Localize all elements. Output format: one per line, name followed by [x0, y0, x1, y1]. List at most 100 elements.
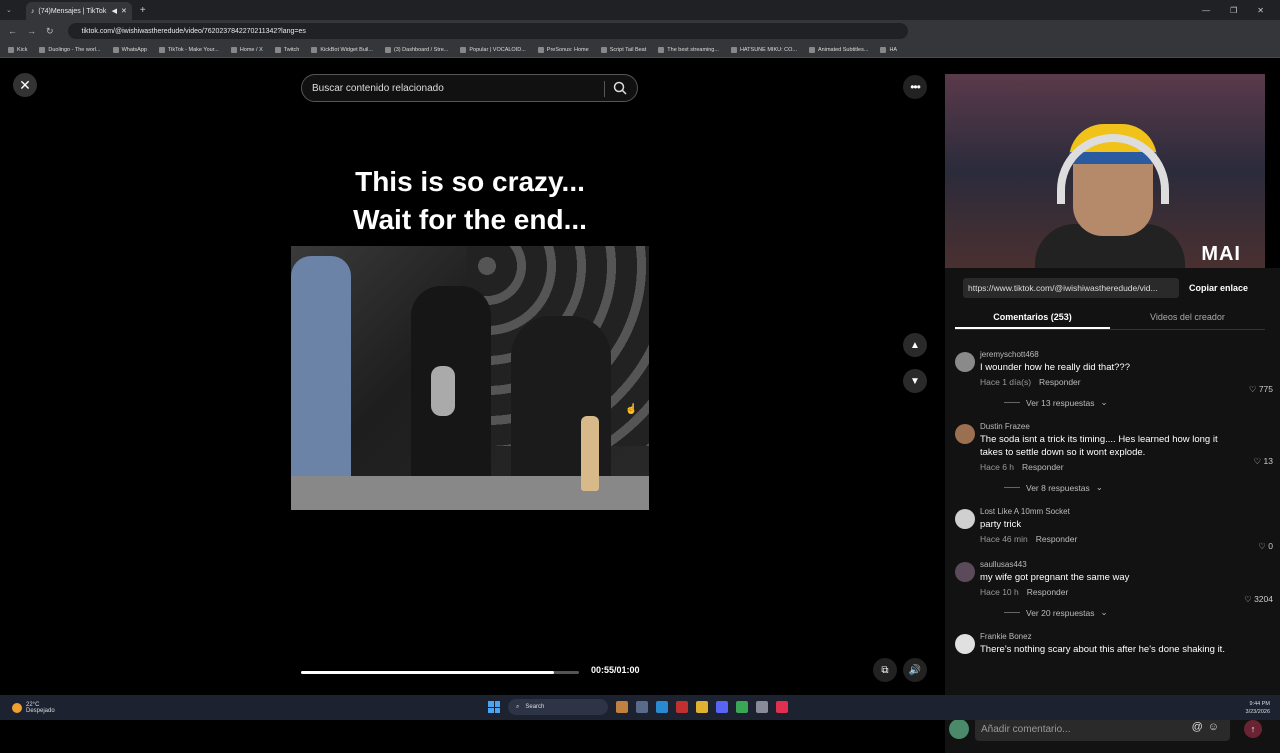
video-player[interactable]: Buscar contenido relacionado This is so … — [291, 63, 649, 695]
taskbar-search[interactable]: ⌕ Search — [508, 699, 608, 715]
browser-tab-tiktok[interactable]: ♪ (74)Mensajes | TikTok ◀ ✕ — [25, 2, 132, 20]
comment-meta: Hace 10 h Responder — [980, 587, 1273, 597]
volume-button[interactable]: 🔊 — [903, 658, 927, 682]
bookmark-favicon-icon — [658, 46, 665, 53]
minimize-icon[interactable]: — — [1202, 6, 1210, 15]
share-link-row: https://www.tiktok.com/@iwishiwastheredu… — [963, 278, 1263, 298]
reply-button[interactable]: Responder — [1022, 462, 1064, 472]
maximize-icon[interactable]: ❐ — [1230, 6, 1237, 15]
discord-icon[interactable] — [716, 701, 728, 713]
reply-button[interactable]: Responder — [1027, 587, 1069, 597]
forward-icon[interactable]: → — [27, 26, 36, 37]
commenter-name[interactable]: Dustin Frazee — [980, 422, 1273, 431]
reply-button[interactable]: Responder — [1039, 377, 1081, 387]
bookmark-item[interactable]: Home / X — [230, 46, 263, 53]
bookmark-label: Script Tail Beat — [609, 46, 647, 53]
new-tab-button[interactable]: + — [140, 5, 146, 16]
bookmark-item[interactable]: PreSonus: Home — [537, 46, 589, 53]
like-count: 13 — [1263, 456, 1273, 466]
panel-tabs: Comentarios (253) Videos del creador — [955, 306, 1265, 330]
view-replies-button[interactable]: Ver 20 respuestas ⌄ — [1004, 607, 1273, 618]
weather-sun-icon — [12, 702, 22, 713]
comment-item: saullusas443 my wife got pregnant the sam… — [955, 560, 1273, 618]
bookmark-label: HA — [889, 46, 898, 53]
commenter-name[interactable]: Frankie Bonez — [980, 632, 1273, 641]
bookmark-item[interactable]: HATSUNE MIKU: CO... — [730, 46, 797, 53]
windows-start-icon[interactable] — [488, 701, 500, 713]
user-avatar — [949, 719, 969, 739]
window-controls: — ❐ ✕ — [1202, 6, 1280, 15]
bookmark-item[interactable]: The best streaming... — [658, 46, 719, 53]
commenter-avatar[interactable] — [955, 352, 975, 372]
progress-fill — [301, 671, 554, 674]
commenter-avatar[interactable] — [955, 634, 975, 654]
url-field[interactable]: tiktok.com/@iwishiwastheredude/video/762… — [67, 23, 908, 39]
chrome-icon[interactable] — [736, 701, 748, 713]
bookmark-item[interactable]: TikTok - Make Your... — [158, 46, 219, 53]
windows-taskbar: 22°C Despejado ⌕ Search 9:44 PM 3/23/2026 — [0, 695, 1280, 720]
related-search-input[interactable]: Buscar contenido relacionado — [301, 74, 638, 102]
view-replies-button[interactable]: Ver 13 respuestas ⌄ — [1004, 397, 1273, 408]
reply-button[interactable]: Responder — [1036, 534, 1078, 544]
send-comment-button[interactable]: ↑ — [1244, 720, 1262, 738]
bookmark-item[interactable]: Duolingo - The worl... — [39, 46, 101, 53]
mute-icon[interactable]: ◀ — [112, 7, 117, 15]
commenter-name[interactable]: Lost Like A 10mm Socket — [980, 507, 1273, 516]
bookmark-item[interactable]: Twitch — [274, 46, 299, 53]
next-video-button[interactable]: ▼ — [903, 369, 927, 393]
video-progress-bar[interactable] — [301, 671, 579, 674]
bookmarks-bar: Kick Duolingo - The worl... WhatsApp TikTok… — [0, 42, 1280, 58]
tab-creator-videos[interactable]: Videos del creador — [1110, 306, 1265, 329]
bookmark-item[interactable]: WhatsApp — [112, 46, 147, 53]
bookmark-item[interactable]: KickBot Widget Buil... — [311, 46, 373, 53]
bookmark-item[interactable]: Animated Subtitles... — [809, 46, 868, 53]
share-link-field[interactable]: https://www.tiktok.com/@iwishiwastheredu… — [963, 278, 1179, 298]
search-icon[interactable] — [613, 81, 627, 95]
comment-time: Hace 46 min — [980, 534, 1028, 544]
bookmark-item[interactable]: Popular | VOCALOID... — [460, 46, 526, 53]
settings-icon[interactable] — [756, 701, 768, 713]
edge-icon[interactable] — [656, 701, 668, 713]
taskbar-clock[interactable]: 9:44 PM 3/23/2026 — [1246, 700, 1270, 716]
back-icon[interactable]: ← — [8, 26, 17, 37]
bookmark-item[interactable]: (3) Dashboard / Stre... — [384, 46, 448, 53]
commenter-name[interactable]: jeremyschott468 — [980, 350, 1273, 359]
bookmark-item[interactable]: Script Tail Beat — [600, 46, 647, 53]
heart-icon: ♡ — [1258, 541, 1269, 551]
widgets-icon[interactable] — [616, 701, 628, 713]
music-app-icon[interactable] — [776, 701, 788, 713]
commenter-avatar[interactable] — [955, 509, 975, 529]
comment-likes[interactable]: ♡ 775 — [1249, 384, 1273, 395]
comment-likes[interactable]: ♡ 13 — [1254, 456, 1273, 467]
view-replies-button[interactable]: Ver 8 respuestas ⌄ — [1004, 482, 1273, 493]
commenter-name[interactable]: saullusas443 — [980, 560, 1273, 569]
task-view-icon[interactable] — [636, 701, 648, 713]
reload-icon[interactable]: ↻ — [46, 26, 54, 37]
recorder-icon[interactable] — [676, 701, 688, 713]
file-explorer-icon[interactable] — [696, 701, 708, 713]
more-options-button[interactable]: ••• — [903, 75, 927, 99]
comment-likes[interactable]: ♡ 0 — [1258, 541, 1273, 552]
webcam-overlay: MAI — [945, 74, 1265, 268]
mention-icon[interactable]: @ — [1192, 721, 1208, 733]
bookmark-item[interactable]: HA — [880, 46, 898, 53]
floating-player-button[interactable]: ⧉ — [873, 658, 897, 682]
emoji-icon[interactable]: ☺ — [1208, 721, 1224, 733]
close-window-icon[interactable]: ✕ — [1257, 6, 1264, 15]
previous-video-button[interactable]: ▲ — [903, 333, 927, 357]
weather-widget[interactable]: 22°C Despejado — [12, 702, 55, 714]
comment-likes[interactable]: ♡ 3204 — [1244, 594, 1273, 605]
close-tab-icon[interactable]: ✕ — [121, 7, 127, 15]
tab-search-icon[interactable]: ⌄ — [6, 6, 12, 14]
bookmark-item[interactable]: Kick — [8, 46, 27, 53]
copy-link-button[interactable]: Copiar enlace — [1189, 283, 1248, 293]
comment-input[interactable]: Añadir comentario... @☺ — [975, 717, 1230, 741]
comment-time: Hace 10 h — [980, 587, 1019, 597]
champagne-bottle — [581, 416, 599, 491]
commenter-avatar[interactable] — [955, 424, 975, 444]
tab-comments[interactable]: Comentarios (253) — [955, 306, 1110, 329]
commenter-avatar[interactable] — [955, 562, 975, 582]
close-video-button[interactable]: ✕ — [13, 73, 37, 97]
bookmark-label: Duolingo - The worl... — [48, 46, 101, 53]
bookmark-favicon-icon — [158, 46, 165, 53]
